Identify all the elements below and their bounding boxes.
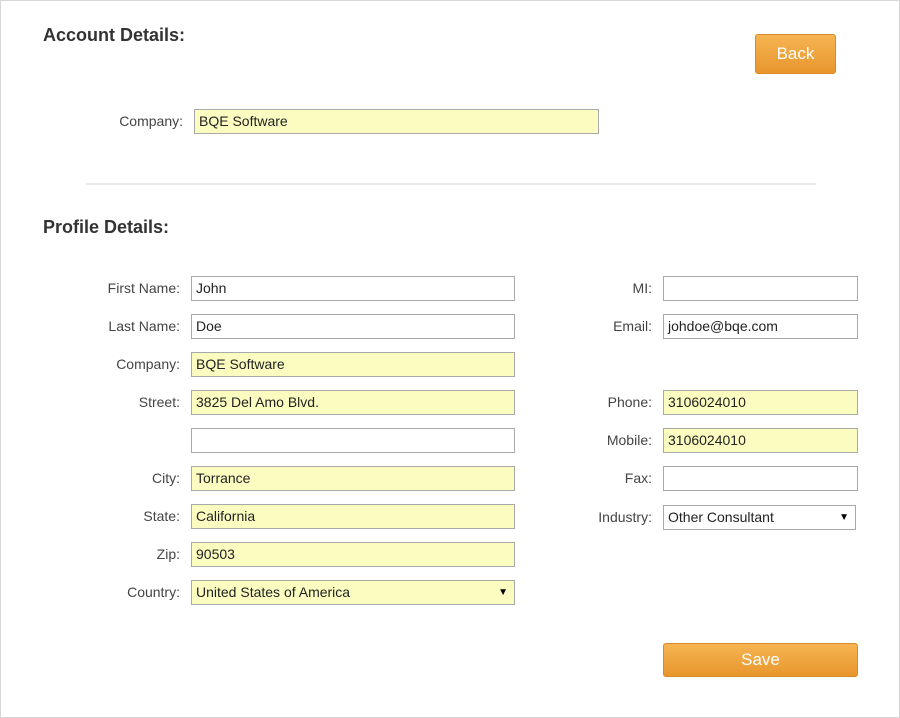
account-company-label: Company: [119,113,183,129]
first-name-field[interactable]: John [191,276,515,301]
state-label: State: [143,508,180,524]
chevron-down-icon: ▼ [498,587,508,598]
first-name-label: First Name: [107,280,180,296]
back-button[interactable]: Back [755,34,836,74]
street-field[interactable]: 3825 Del Amo Blvd. [191,390,515,415]
last-name-label: Last Name: [108,318,180,334]
street-line2-field[interactable] [191,428,515,453]
account-details-title: Account Details: [43,25,186,45]
save-button[interactable]: Save [663,643,858,677]
mobile-label: Mobile: [606,432,652,448]
email-label: Email: [613,318,652,334]
last-name-field[interactable]: Doe [191,314,515,339]
mi-field[interactable] [663,276,858,301]
country-select-value: United States of America [196,584,351,600]
industry-select[interactable]: Other Consultant ▼ [663,505,856,530]
company-label: Company: [116,356,180,372]
state-field[interactable]: California [191,504,515,529]
page-frame: Account Details: Back Company: BQE Softw… [0,0,900,718]
phone-field[interactable]: 3106024010 [663,390,858,415]
city-field[interactable]: Torrance [191,466,515,491]
zip-label: Zip: [156,546,180,562]
country-label: Country: [127,584,180,600]
industry-select-value: Other Consultant [668,509,774,525]
mobile-field[interactable]: 3106024010 [663,428,858,453]
mi-label: MI: [632,280,652,296]
city-label: City: [152,470,180,486]
chevron-down-icon: ▼ [839,512,849,523]
email-field[interactable]: johdoe@bqe.com [663,314,858,339]
section-divider [86,183,816,185]
fax-label: Fax: [624,470,652,486]
phone-label: Phone: [607,394,652,410]
country-select[interactable]: United States of America ▼ [191,580,515,605]
company-field[interactable]: BQE Software [191,352,515,377]
street-label: Street: [138,394,180,410]
account-company-field[interactable]: BQE Software [194,109,599,134]
zip-field[interactable]: 90503 [191,542,515,567]
industry-label: Industry: [598,509,652,525]
fax-field[interactable] [663,466,858,491]
profile-details-title: Profile Details: [43,217,170,237]
